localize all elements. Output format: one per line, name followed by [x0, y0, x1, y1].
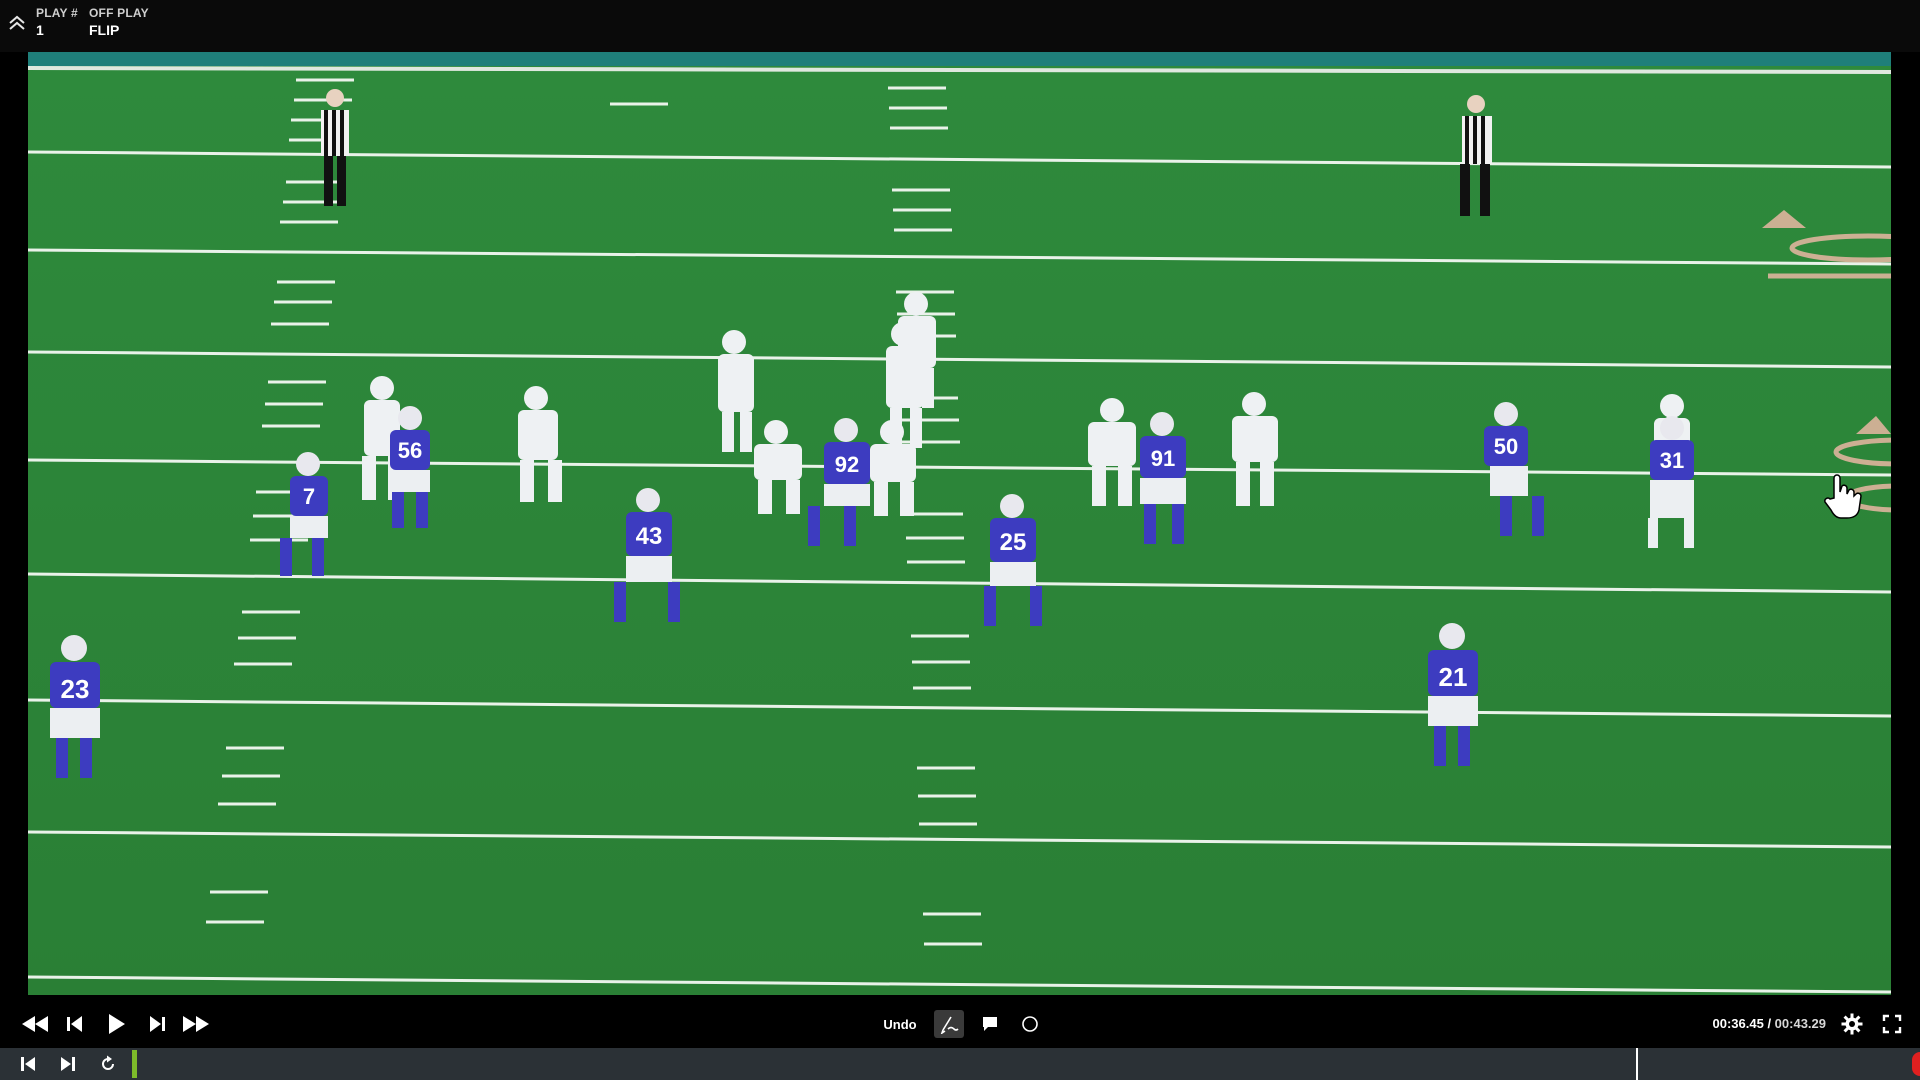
svg-text:7: 7 — [303, 484, 315, 509]
replay-icon — [102, 1055, 114, 1070]
draw-tool-button[interactable] — [934, 1010, 964, 1038]
svg-text:91: 91 — [1151, 446, 1175, 471]
rewind-button[interactable] — [20, 1010, 50, 1038]
circle-tool-button[interactable] — [1016, 1010, 1044, 1038]
play-number-value: 1 — [36, 22, 44, 38]
off-play-value: FLIP — [89, 22, 120, 38]
svg-text:23: 23 — [61, 674, 90, 704]
comment-tool-button[interactable] — [976, 1010, 1004, 1038]
step-back-button[interactable] — [62, 1010, 88, 1038]
svg-text:43: 43 — [636, 523, 663, 550]
off-play-label: OFF PLAY — [89, 6, 149, 20]
play-number-field: PLAY # 1 — [36, 6, 78, 38]
svg-text:21: 21 — [1439, 662, 1468, 692]
step-back-icon — [67, 1016, 82, 1032]
settings-button[interactable] — [1838, 1010, 1866, 1038]
timeline-end-marker — [1912, 1052, 1920, 1076]
video-frame[interactable]: 7 56 92 91 50 31 43 25 23 21 — [28, 52, 1891, 995]
timeline-track[interactable] — [132, 1048, 1920, 1080]
play-icon — [109, 1014, 125, 1034]
timeline-start-marker — [132, 1050, 137, 1078]
time-separator: / — [1763, 1016, 1775, 1031]
gear-icon — [1841, 1013, 1863, 1035]
playhead[interactable] — [1636, 1048, 1638, 1080]
video-review-player: PLAY # 1 OFF PLAY FLIP 7 56 92 91 50 31 … — [0, 0, 1920, 1080]
circle-icon — [1022, 1016, 1038, 1032]
current-time: 00:36.45 — [1712, 1016, 1764, 1031]
off-play-field: OFF PLAY FLIP — [89, 6, 149, 38]
sideline-strip — [28, 52, 1891, 66]
step-forward-icon — [150, 1016, 165, 1032]
playback-controls: Undo 00:36.45 / 00:43.29 — [0, 1000, 1920, 1048]
play-button[interactable] — [102, 1010, 130, 1038]
fullscreen-icon — [1882, 1014, 1902, 1034]
play-number-label: PLAY # — [36, 6, 78, 20]
double-chevron-up-icon — [9, 15, 25, 30]
fast-forward-icon — [183, 1016, 209, 1032]
svg-text:31: 31 — [1660, 448, 1684, 473]
draw-pen-icon — [940, 1016, 959, 1034]
football-field: 7 56 92 91 50 31 43 25 23 21 — [28, 52, 1891, 995]
timeline-nav — [0, 1048, 132, 1080]
svg-text:50: 50 — [1494, 434, 1518, 459]
replay-button[interactable] — [96, 1054, 120, 1074]
time-display: 00:36.45 / 00:43.29 — [1713, 1016, 1827, 1031]
svg-text:25: 25 — [1000, 529, 1027, 556]
svg-text:92: 92 — [835, 452, 859, 477]
skip-to-start-icon — [21, 1057, 35, 1071]
fast-forward-button[interactable] — [180, 1010, 212, 1038]
step-forward-button[interactable] — [144, 1010, 170, 1038]
play-info-bar: PLAY # 1 OFF PLAY FLIP — [0, 0, 1920, 52]
collapse-button[interactable] — [6, 12, 28, 34]
undo-button[interactable]: Undo — [872, 1010, 928, 1038]
comment-icon — [983, 1017, 997, 1031]
total-time: 00:43.29 — [1774, 1016, 1826, 1031]
fullscreen-button[interactable] — [1878, 1010, 1906, 1038]
skip-to-end-icon — [61, 1057, 75, 1071]
skip-to-start-button[interactable] — [16, 1054, 40, 1074]
rewind-icon — [22, 1016, 48, 1032]
svg-text:56: 56 — [398, 438, 422, 463]
skip-to-end-button[interactable] — [56, 1054, 80, 1074]
timeline-bar — [0, 1048, 1920, 1080]
